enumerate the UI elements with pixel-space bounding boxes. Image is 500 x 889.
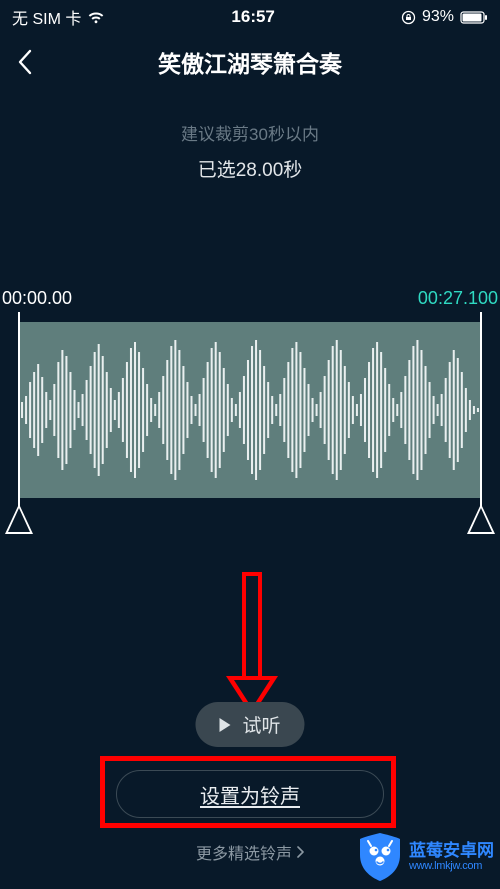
preview-button[interactable]: 试听 bbox=[195, 702, 304, 747]
orientation-lock-icon bbox=[401, 10, 416, 25]
trim-hint: 建议裁剪30秒以内 bbox=[0, 120, 500, 145]
waveform-display bbox=[18, 322, 482, 498]
status-left: 无 SIM 卡 bbox=[12, 5, 105, 29]
back-button[interactable] bbox=[0, 34, 50, 90]
status-bar: 无 SIM 卡 16:57 93% bbox=[0, 0, 500, 34]
trim-end-handle[interactable] bbox=[467, 504, 495, 534]
more-ringtones-link[interactable]: 更多精选铃声 bbox=[0, 840, 500, 864]
wifi-icon bbox=[87, 11, 105, 24]
battery-icon bbox=[460, 11, 488, 24]
set-ringtone-button[interactable]: 设置为铃声 bbox=[116, 770, 384, 818]
clock-label: 16:57 bbox=[105, 7, 401, 27]
trim-start-line bbox=[18, 312, 20, 532]
carrier-label: 无 SIM 卡 bbox=[12, 5, 81, 29]
trim-start-time: 00:00.00 bbox=[2, 288, 72, 309]
set-ringtone-label: 设置为铃声 bbox=[200, 780, 300, 809]
chevron-left-icon bbox=[17, 49, 33, 75]
status-right: 93% bbox=[401, 8, 488, 26]
trim-start-handle[interactable] bbox=[5, 504, 33, 534]
play-icon bbox=[219, 718, 230, 732]
chevron-right-icon bbox=[296, 846, 304, 858]
trim-end-line bbox=[480, 312, 482, 532]
page-title: 笑傲江湖琴箫合奏 bbox=[0, 45, 500, 79]
trim-end-time: 00:27.100 bbox=[418, 288, 498, 309]
preview-label: 试听 bbox=[242, 711, 280, 738]
header: 笑傲江湖琴箫合奏 bbox=[0, 34, 500, 90]
waveform-trimmer[interactable]: 00:00.00 00:27.100 bbox=[0, 288, 500, 548]
battery-percent-label: 93% bbox=[422, 8, 454, 26]
waveform-icon bbox=[18, 322, 482, 498]
selected-duration: 已选28.00秒 bbox=[0, 155, 500, 182]
more-ringtones-label: 更多精选铃声 bbox=[196, 840, 292, 864]
